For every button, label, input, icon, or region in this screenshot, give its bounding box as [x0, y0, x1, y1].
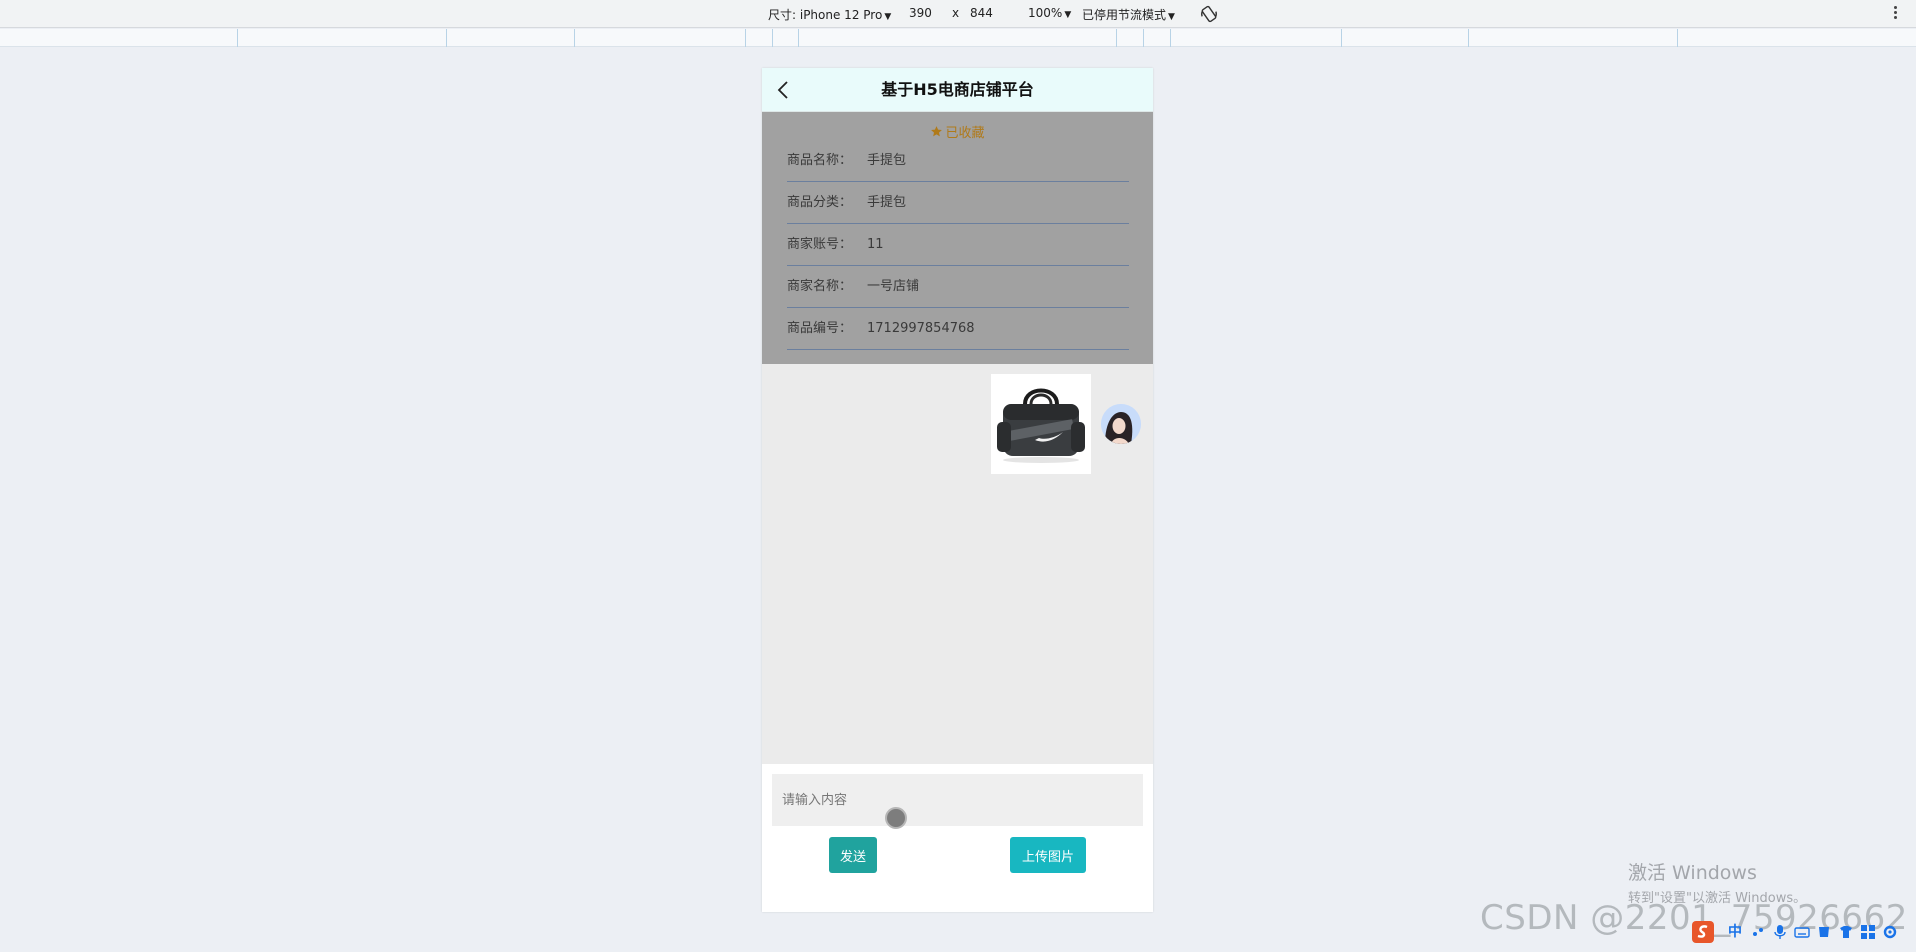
- dimension-separator: x: [952, 6, 960, 20]
- field-label: 商家名称：: [787, 279, 853, 294]
- field-label: 商品分类：: [787, 195, 853, 210]
- field-value: 手提包: [867, 195, 907, 210]
- device-label: 尺寸: iPhone 12 Pro: [768, 8, 883, 22]
- rotate-icon[interactable]: [1199, 4, 1219, 24]
- message-input[interactable]: [772, 774, 1143, 826]
- message-composer: 发送 上传图片: [762, 764, 1153, 912]
- height-field[interactable]: 844: [970, 6, 993, 20]
- field-value: 手提包: [867, 153, 907, 168]
- field-label: 商家账号：: [787, 237, 853, 252]
- app-header: 基于H5电商店铺平台: [762, 68, 1153, 112]
- page-title: 基于H5电商店铺平台: [881, 80, 1034, 99]
- devtools-toolbar: 尺寸: iPhone 12 Pro ▼ 390 x 844 100% ▼ 已停用节流…: [0, 0, 1916, 28]
- microphone-icon[interactable]: [1772, 924, 1788, 940]
- field-product-id: 商品编号： 1712997854768: [787, 308, 1129, 350]
- send-button[interactable]: 发送: [829, 837, 877, 873]
- avatar-image: [1101, 404, 1141, 444]
- field-merchant-account: 商家账号： 11: [787, 224, 1129, 266]
- field-value: 1712997854768: [867, 321, 975, 336]
- chat-image-message[interactable]: [991, 374, 1091, 474]
- upload-image-button[interactable]: 上传图片: [1010, 837, 1086, 873]
- field-label: 商品编号：: [787, 321, 853, 336]
- toolbox-icon[interactable]: [1860, 924, 1876, 940]
- zoom-label: 100%: [1028, 6, 1063, 20]
- throttle-label: 已停用节流模式: [1082, 8, 1167, 22]
- watermark-line-1: 激活 Windows: [1628, 862, 1757, 884]
- sogou-icon[interactable]: [1692, 921, 1714, 943]
- throttle-selector[interactable]: 已停用节流模式 ▼: [1082, 6, 1175, 23]
- width-field[interactable]: 390: [909, 6, 932, 20]
- field-label: 商品名称：: [787, 153, 853, 168]
- favorite-label: 已收藏: [945, 126, 985, 141]
- more-options-icon[interactable]: [1892, 5, 1898, 23]
- touch-cursor: [885, 807, 907, 829]
- settings-icon[interactable]: [1882, 924, 1898, 940]
- tshirt-icon[interactable]: [1838, 924, 1854, 940]
- product-detail-panel: 已收藏 商品名称： 手提包 商品分类： 手提包 商家账号： 11 商家名称： 一…: [762, 112, 1153, 364]
- ime-indicator[interactable]: 中: [1728, 921, 1742, 941]
- chat-messages: [762, 364, 1153, 764]
- media-query-ruler: [0, 29, 1916, 47]
- phone-viewport: 基于H5电商店铺平台 已收藏 商品名称： 手提包 商品分类： 手提包 商家账号：…: [762, 68, 1153, 912]
- punctuation-icon[interactable]: [1750, 924, 1766, 940]
- field-product-category: 商品分类： 手提包: [787, 182, 1129, 224]
- avatar[interactable]: [1101, 404, 1141, 444]
- keyboard-icon[interactable]: [1794, 924, 1810, 940]
- field-value: 一号店铺: [867, 279, 920, 294]
- field-product-name: 商品名称： 手提包: [787, 140, 1129, 182]
- field-value: 11: [867, 237, 884, 252]
- star-icon: [931, 126, 943, 137]
- device-selector[interactable]: 尺寸: iPhone 12 Pro ▼: [768, 6, 891, 23]
- chevron-down-icon: ▼: [1064, 10, 1072, 20]
- system-tray: 中: [1692, 918, 1916, 946]
- duffel-bag-image: [997, 388, 1085, 463]
- chevron-down-icon: ▼: [1168, 12, 1175, 22]
- zoom-selector[interactable]: 100% ▼: [1028, 6, 1071, 20]
- chevron-down-icon: ▼: [884, 12, 892, 22]
- skin-icon[interactable]: [1816, 924, 1832, 940]
- favorite-toggle[interactable]: 已收藏: [762, 122, 1153, 141]
- field-merchant-name: 商家名称： 一号店铺: [787, 266, 1129, 308]
